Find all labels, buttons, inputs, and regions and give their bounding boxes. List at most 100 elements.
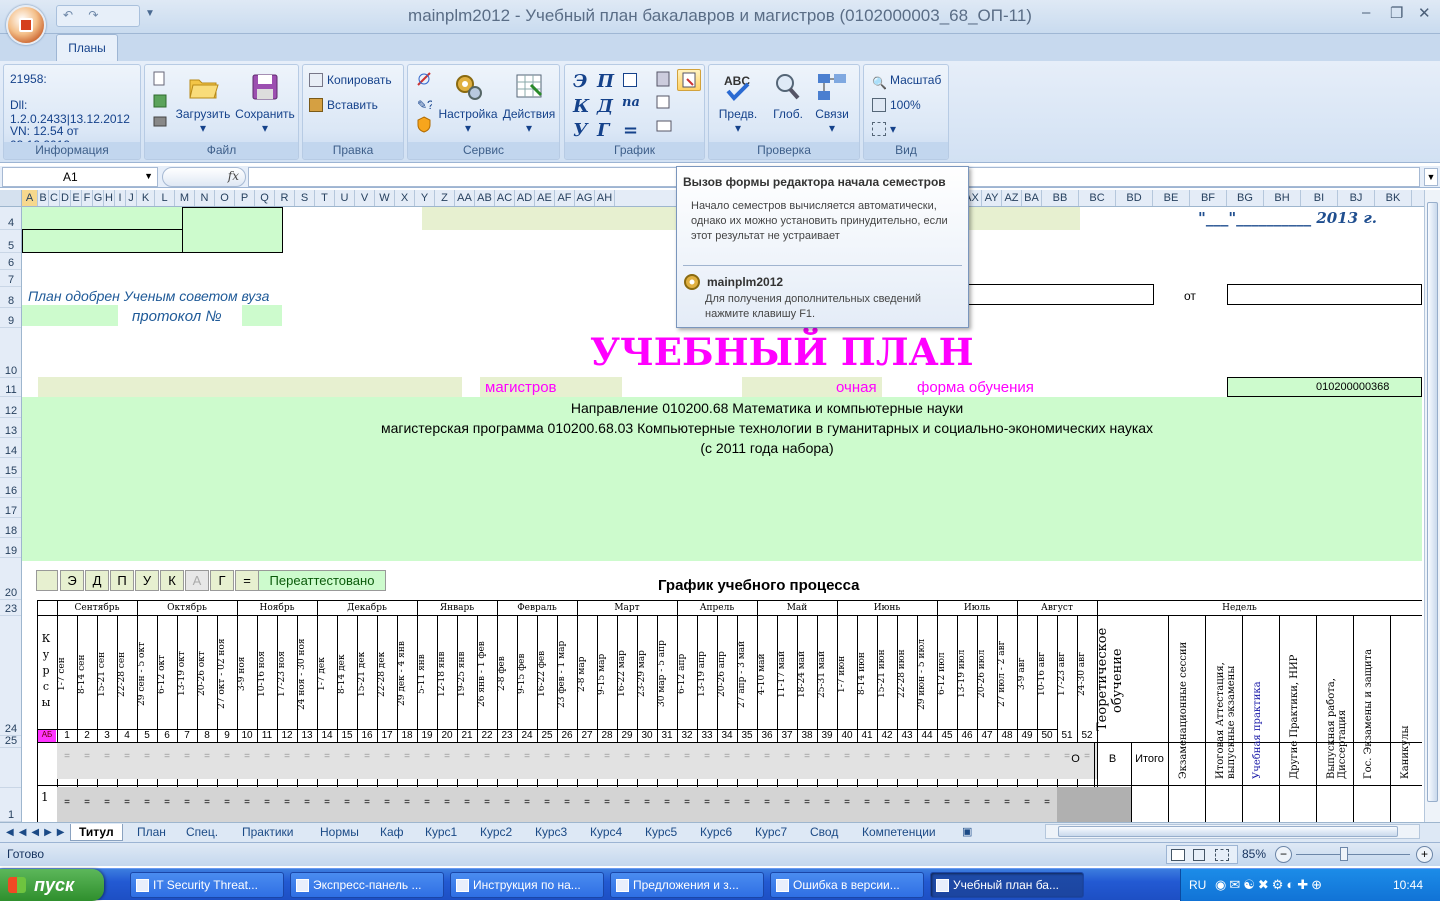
column-header[interactable]: AH [595, 190, 615, 206]
schedule-cell[interactable]: = [557, 751, 577, 767]
schedule-cell-course1[interactable]: = [177, 797, 197, 813]
graph-study-button[interactable]: У [573, 120, 588, 141]
column-header[interactable]: L [155, 190, 175, 206]
row-header[interactable]: 4 [0, 207, 21, 230]
column-header[interactable]: S [295, 190, 315, 206]
column-header[interactable]: AZ [1002, 190, 1022, 206]
taskbar-item[interactable]: Учебный план ба... [930, 872, 1084, 898]
column-header[interactable]: T [315, 190, 335, 206]
schedule-cell[interactable]: = [577, 751, 597, 767]
taskbar-item[interactable]: Предложения и з... [610, 872, 764, 898]
row-header[interactable]: 18 [0, 518, 21, 538]
schedule-cell[interactable]: = [117, 751, 137, 767]
column-header[interactable]: G [93, 190, 104, 206]
settings-button[interactable]: Настройка ▾ [436, 71, 500, 135]
schedule-cell[interactable]: = [657, 751, 677, 767]
schedule-cell[interactable]: = [457, 751, 477, 767]
schedule-cell-course1[interactable]: = [97, 797, 117, 813]
column-header[interactable]: C [49, 190, 60, 206]
schedule-cell-course1[interactable]: = [437, 797, 457, 813]
schedule-cell-course1[interactable]: = [397, 797, 417, 813]
schedule-cell-course1[interactable]: = [597, 797, 617, 813]
schedule-cell[interactable]: = [837, 751, 857, 767]
column-header[interactable]: BD [1116, 190, 1153, 206]
column-header[interactable]: Y [415, 190, 435, 206]
schedule-cell[interactable]: = [697, 751, 717, 767]
column-header[interactable]: AF [555, 190, 575, 206]
column-header[interactable]: A [22, 190, 38, 206]
insert-function-button[interactable]: fx [162, 167, 246, 187]
column-header[interactable]: V [355, 190, 375, 206]
schedule-cell[interactable]: = [97, 751, 117, 767]
schedule-cell-course1[interactable]: = [737, 797, 757, 813]
column-header[interactable]: AY [982, 190, 1002, 206]
column-header[interactable]: E [71, 190, 82, 206]
close-button[interactable]: ✕ [1418, 4, 1431, 22]
graph-blank-button[interactable] [623, 73, 637, 87]
sheet-tab[interactable]: Курс5 [645, 824, 677, 841]
column-header[interactable]: M [175, 190, 195, 206]
name-box[interactable]: A1 ▼ [2, 167, 158, 187]
column-header[interactable]: AC [495, 190, 515, 206]
column-header[interactable]: BB [1042, 190, 1079, 206]
schedule-cell-course1[interactable]: = [117, 797, 137, 813]
schedule-cell-course1[interactable]: = [537, 797, 557, 813]
schedule-cell[interactable]: = [1037, 751, 1057, 767]
taskbar-item[interactable]: Инструкция по на... [450, 872, 604, 898]
schedule-cell-course1[interactable]: = [77, 797, 97, 813]
legend-item[interactable]: Д [85, 570, 109, 591]
schedule-cell[interactable]: = [357, 751, 377, 767]
row-header[interactable]: 11 [0, 378, 21, 397]
legend-item[interactable]: Г [210, 570, 234, 591]
graph-small-icons[interactable] [655, 71, 673, 135]
row-header[interactable]: 12 [0, 398, 21, 418]
schedule-cell-course1[interactable]: = [677, 797, 697, 813]
schedule-cell[interactable]: = [597, 751, 617, 767]
schedule-cell-course1[interactable]: = [337, 797, 357, 813]
graph-diploma-button[interactable]: Д [597, 96, 613, 117]
sheet-tab[interactable]: Курс1 [425, 824, 457, 841]
schedule-cell-course1[interactable]: = [137, 797, 157, 813]
column-header[interactable]: BK [1375, 190, 1412, 206]
actions-button[interactable]: Действия ▾ [500, 71, 558, 135]
column-header[interactable]: N [195, 190, 215, 206]
schedule-cell[interactable]: = [877, 751, 897, 767]
name-box-dropdown-icon[interactable]: ▼ [144, 171, 153, 181]
sheet-tab[interactable]: Курс7 [755, 824, 787, 841]
schedule-cell-course1[interactable]: = [517, 797, 537, 813]
semester-start-button[interactable] [677, 69, 701, 91]
schedule-cell[interactable]: = [137, 751, 157, 767]
tray-icons[interactable]: ◉✉☯✖⚙◐✚⊕ [1215, 877, 1325, 893]
column-header[interactable]: AG [575, 190, 595, 206]
schedule-cell[interactable]: = [297, 751, 317, 767]
column-header[interactable]: P [235, 190, 255, 206]
schedule-cell[interactable]: = [917, 751, 937, 767]
schedule-cell-course1[interactable]: = [697, 797, 717, 813]
row-header[interactable]: 25 [0, 736, 21, 748]
row-header[interactable]: 1 [0, 788, 21, 822]
view-layout-button[interactable]: ▾ [872, 122, 896, 136]
normal-view-icon[interactable] [1171, 849, 1185, 861]
legend-item[interactable]: У [135, 570, 159, 591]
schedule-cell[interactable]: = [477, 751, 497, 767]
column-header[interactable]: K [137, 190, 155, 206]
row-header[interactable]: 17 [0, 498, 21, 518]
schedule-cell-course1[interactable]: = [917, 797, 937, 813]
sheet-tab[interactable]: Компетенции [862, 824, 936, 841]
schedule-cell[interactable]: = [517, 751, 537, 767]
column-header[interactable]: BG [1227, 190, 1264, 206]
maximize-button[interactable]: ❐ [1390, 4, 1403, 22]
schedule-cell[interactable]: = [377, 751, 397, 767]
column-header[interactable]: B [38, 190, 49, 206]
column-header[interactable]: BJ [1338, 190, 1375, 206]
schedule-cell[interactable]: = [177, 751, 197, 767]
taskbar-item[interactable]: Экспресс-панель ... [290, 872, 444, 898]
schedule-cell-course1[interactable]: = [197, 797, 217, 813]
schedule-cell[interactable]: = [417, 751, 437, 767]
schedule-cell[interactable]: = [797, 751, 817, 767]
schedule-cell-course1[interactable]: = [217, 797, 237, 813]
legend-reattested[interactable]: Переаттестовано [258, 570, 386, 591]
schedule-cell[interactable]: = [757, 751, 777, 767]
column-header[interactable]: AD [515, 190, 535, 206]
column-header[interactable]: BI [1301, 190, 1338, 206]
